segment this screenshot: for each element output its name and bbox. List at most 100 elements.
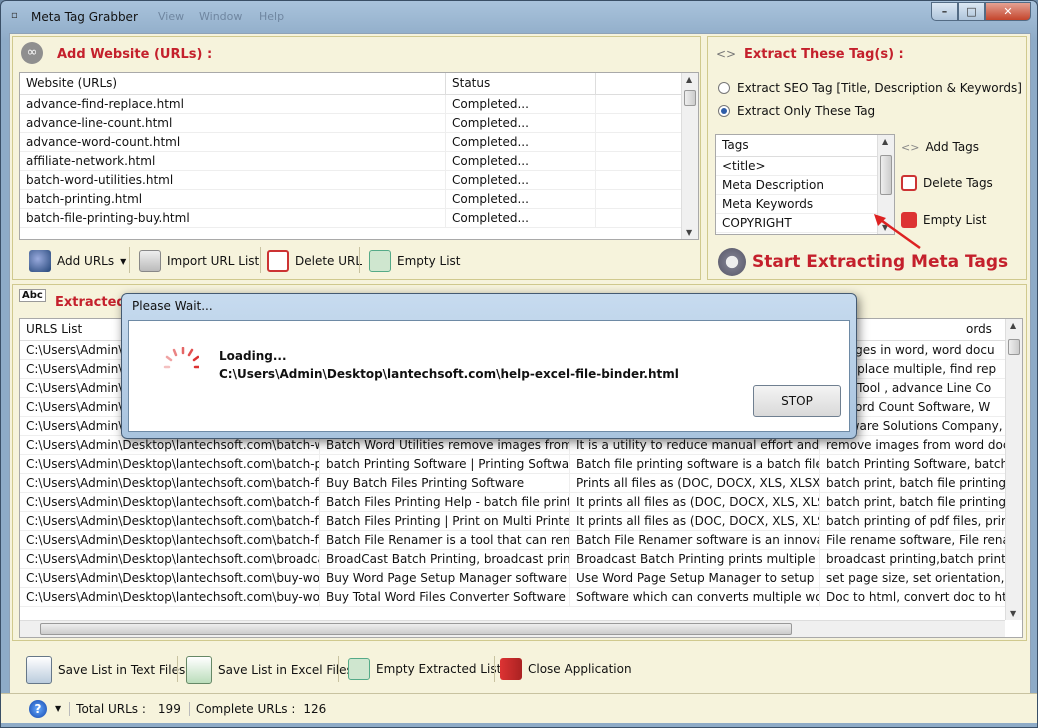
maximize-button[interactable]: □ <box>958 2 985 21</box>
tag-name: COPYRIGHT <box>722 216 792 230</box>
url-cell: C:\Users\Admin\Desktop\lantechsoft.com\b… <box>20 531 320 549</box>
url-cell: C:\Users\Admin\Desktop\lantechsoft.com\b… <box>20 569 320 587</box>
save-excel-icon <box>186 656 212 684</box>
title-cell: Buy Batch Files Printing Software <box>320 474 570 492</box>
table-row[interactable]: C:\Users\Admin\Desktop\lantechsoft.com\b… <box>20 588 1022 607</box>
close-application-button[interactable]: Close Application <box>500 658 632 680</box>
empty-list-button[interactable]: Empty List <box>369 250 461 272</box>
menu-window[interactable]: Window <box>199 10 242 23</box>
extract-tags-title: Extract These Tag(s) : <box>744 47 904 62</box>
save-text-icon <box>26 656 52 684</box>
delete-tags-icon <box>901 175 917 191</box>
url-cell: batch-word-utilities.html <box>20 171 446 189</box>
table-row[interactable]: C:\Users\Admin\Desktop\lantechsoft.com\b… <box>20 550 1022 569</box>
col-tags[interactable]: Tags <box>716 135 878 156</box>
save-excel-button[interactable]: Save List in Excel Files <box>186 656 353 684</box>
url-cell: affiliate-network.html <box>20 152 446 170</box>
stop-button[interactable]: STOP <box>753 385 841 417</box>
url-table-scrollbar[interactable]: ▲ ▼ <box>681 73 698 239</box>
add-website-panel: ∞ Add Website (URLs) : Website (URLs) Sta… <box>12 36 701 280</box>
table-row[interactable]: C:\Users\Admin\Desktop\lantechsoft.com\b… <box>20 474 1022 493</box>
table-row[interactable]: batch-word-utilities.html Completed... <box>20 171 698 190</box>
tag-item[interactable]: Meta Description <box>716 176 894 195</box>
code-icon: <> <box>716 47 737 61</box>
radio-seo-tag[interactable]: Extract SEO Tag [Title, Description & Ke… <box>718 81 1022 95</box>
col-website[interactable]: Website (URLs) <box>20 73 446 94</box>
description-cell: Prints all files as (DOC, DOCX, XLS, XLS… <box>570 474 820 492</box>
import-url-list-button[interactable]: Import URL List <box>139 250 259 272</box>
url-table: Website (URLs) Status advance-find-replac… <box>19 72 699 240</box>
table-row[interactable]: C:\Users\Admin\Desktop\lantechsoft.com\b… <box>20 455 1022 474</box>
globe-icon <box>29 250 51 272</box>
table-row[interactable]: advance-find-replace.html Completed... <box>20 95 698 114</box>
title-cell: Buy Word Page Setup Manager software <box>320 569 570 587</box>
add-tag-icon: <> <box>901 140 920 154</box>
extract-tags-panel: <> Extract These Tag(s) : Extract SEO Ta… <box>707 36 1027 280</box>
recycle-icon <box>369 250 391 272</box>
add-urls-button[interactable]: Add URLs ▼ <box>29 250 126 272</box>
dialog-title: Please Wait... <box>132 299 213 313</box>
table-row[interactable]: advance-word-count.html Completed... <box>20 133 698 152</box>
url-cell: C:\Users\Admin\Desktop\lantechsoft.com\b… <box>20 493 320 511</box>
title-cell: Buy Total Word Files Converter Software <box>320 588 570 606</box>
help-dropdown-icon[interactable]: ▼ <box>55 704 61 713</box>
description-cell: Software which can converts multiple wor… <box>570 588 820 606</box>
status-bar: ? ▼ Total URLs : 199 Complete URLs : 126 <box>1 693 1037 723</box>
empty-extracted-button[interactable]: Empty Extracted List <box>348 658 501 680</box>
menu-help[interactable]: Help <box>259 10 284 23</box>
status-cell: Completed... <box>446 209 596 227</box>
url-cell: C:\Users\Admin\Desktop\lantechsoft.com\b… <box>20 550 320 568</box>
url-cell: C:\Users\Admin\Desktop\lantechsoft.com\b… <box>20 474 320 492</box>
delete-tags-button[interactable]: Delete Tags <box>901 175 993 191</box>
tag-name: Meta Keywords <box>722 197 814 211</box>
minimize-button[interactable]: – <box>931 2 958 21</box>
save-text-button[interactable]: Save List in Text Files <box>26 656 185 684</box>
table-row[interactable]: C:\Users\Admin\Desktop\lantechsoft.com\b… <box>20 531 1022 550</box>
close-window-button[interactable]: ✕ <box>985 2 1031 21</box>
extracted-vscrollbar[interactable]: ▲ ▼ <box>1005 319 1022 620</box>
table-row[interactable]: C:\Users\Admin\Desktop\lantechsoft.com\b… <box>20 512 1022 531</box>
url-cell: advance-find-replace.html <box>20 95 446 113</box>
title-bar[interactable]: ▫ Meta Tag Grabber View Window Help – □ … <box>1 1 1037 33</box>
exit-icon <box>500 658 522 680</box>
tag-item[interactable]: <title> <box>716 157 894 176</box>
keywords-cell: broadcast printing,batch printing o <box>820 550 1006 568</box>
table-row[interactable]: C:\Users\Admin\Desktop\lantechsoft.com\b… <box>20 493 1022 512</box>
url-cell: advance-word-count.html <box>20 133 446 151</box>
keywords-cell: batch print, batch file printing, pri <box>820 474 1006 492</box>
url-cell: advance-line-count.html <box>20 114 446 132</box>
description-cell: It prints all files as (DOC, DOCX, XLS, … <box>570 493 820 511</box>
link-icon: ∞ <box>21 42 43 64</box>
add-tags-button[interactable]: <> Add Tags <box>901 140 979 154</box>
table-row[interactable]: advance-line-count.html Completed... <box>20 114 698 133</box>
table-row[interactable]: batch-printing.html Completed... <box>20 190 698 209</box>
extracted-hscrollbar[interactable] <box>20 620 1005 637</box>
menu-view[interactable]: View <box>158 10 184 23</box>
keywords-cell: batch Printing Software, batch Pri <box>820 455 1006 473</box>
status-cell: Completed... <box>446 114 596 132</box>
url-cell: batch-printing.html <box>20 190 446 208</box>
delete-url-button[interactable]: Delete URL <box>267 250 362 272</box>
help-icon[interactable]: ? <box>29 699 47 718</box>
start-extracting-button[interactable]: Start Extracting Meta Tags <box>718 248 1008 276</box>
gear-icon <box>718 248 746 276</box>
import-icon <box>139 250 161 272</box>
title-cell: Batch Files Printing | Print on Multi Pr… <box>320 512 570 530</box>
radio-only-these[interactable]: Extract Only These Tag <box>718 104 875 118</box>
loading-label: Loading... <box>219 349 287 363</box>
complete-urls-value: 126 <box>303 701 327 716</box>
keywords-cell: Doc to html, convert doc to html, <box>820 588 1006 606</box>
col-status[interactable]: Status <box>446 73 596 94</box>
description-cell: Use Word Page Setup Manager to setup ma.… <box>570 569 820 587</box>
status-cell: Completed... <box>446 152 596 170</box>
table-row[interactable]: affiliate-network.html Completed... <box>20 152 698 171</box>
table-row[interactable]: C:\Users\Admin\Desktop\lantechsoft.com\b… <box>20 569 1022 588</box>
please-wait-dialog: Please Wait... Loading... C:\Users\Admin… <box>121 293 857 439</box>
table-row[interactable]: batch-file-printing-buy.html Completed... <box>20 209 698 228</box>
loading-path: C:\Users\Admin\Desktop\lantechsoft.com\h… <box>219 367 679 381</box>
title-cell: Batch File Renamer is a tool that can re… <box>320 531 570 549</box>
keywords-cell: batch printing of pdf files, print on <box>820 512 1006 530</box>
keywords-cell: batch print, batch file printing, pri <box>820 493 1006 511</box>
tag-name: <title> <box>722 159 766 173</box>
delete-list-icon <box>267 250 289 272</box>
